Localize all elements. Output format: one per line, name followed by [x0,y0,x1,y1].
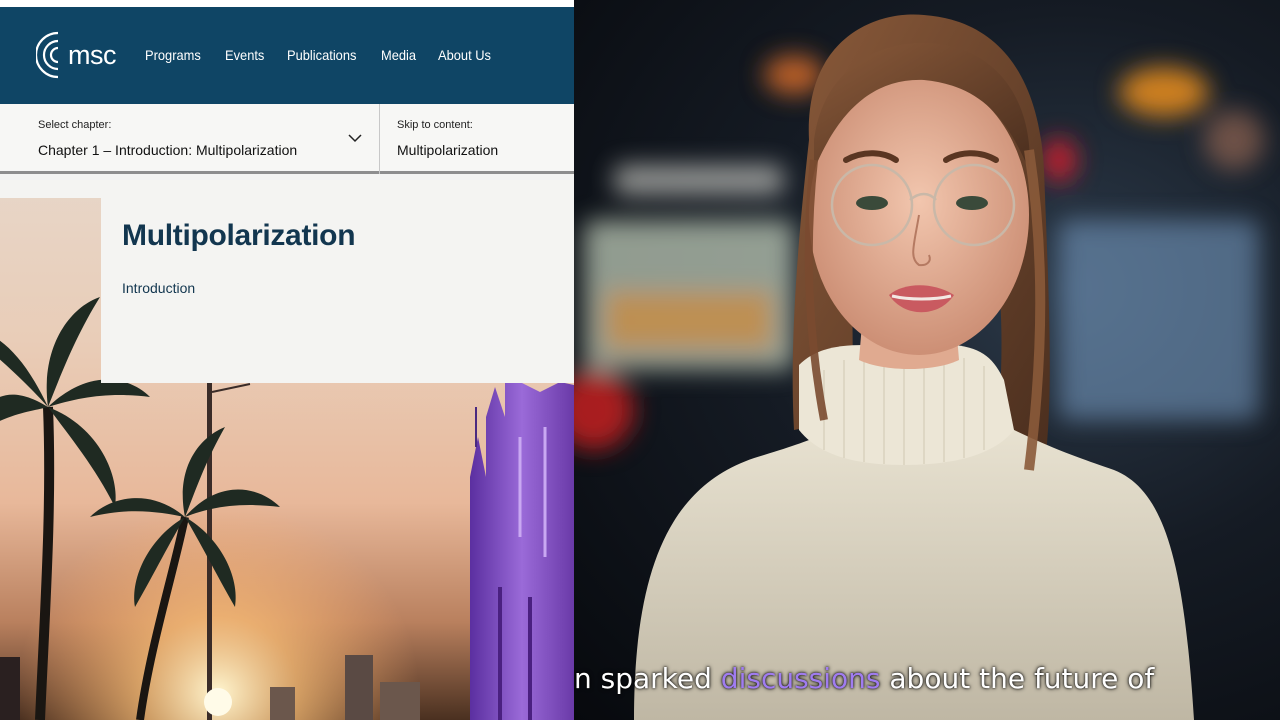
chevron-down-icon[interactable] [348,131,362,145]
nav-about-us[interactable]: About Us [438,47,491,63]
chapter-select-value: Chapter 1 – Introduction: Multipolarizat… [38,142,298,158]
chapter-bar: Select chapter: Chapter 1 – Introduction… [0,104,574,174]
chapter-select-label: Select chapter: [38,119,112,131]
presenter-image [574,14,1264,720]
site-navbar: msc Programs Events Publications Media A… [0,7,574,104]
nav-programs[interactable]: Programs [145,47,201,63]
video-caption: n sparked discussions about the future o… [574,662,1154,702]
logo-text: msc [68,39,117,70]
top-strip [0,0,574,7]
video-frame [574,0,1280,720]
msc-logo[interactable]: msc [36,27,117,83]
caption-highlight: discussions [720,662,881,695]
chapter-select[interactable]: Select chapter: Chapter 1 – Introduction… [0,104,380,174]
caption-text-before: n sparked [574,662,721,695]
nav-events[interactable]: Events [225,47,264,63]
title-card: Multipolarization Introduction [101,177,574,383]
page-subtitle: Introduction [122,280,196,296]
nav-media[interactable]: Media [381,47,416,63]
skip-value: Multipolarization [397,142,499,158]
nav-publications[interactable]: Publications [287,47,356,63]
caption-text-after: about the future of [880,662,1155,695]
page-title: Multipolarization [122,219,356,252]
website-screenshot: msc Programs Events Publications Media A… [0,0,574,720]
skip-to-content[interactable]: Skip to content: Multipolarization [397,104,574,174]
skip-label: Skip to content: [397,119,473,131]
main-nav: Programs Events Publications Media About… [145,47,515,63]
msc-logo-icon [36,31,59,79]
